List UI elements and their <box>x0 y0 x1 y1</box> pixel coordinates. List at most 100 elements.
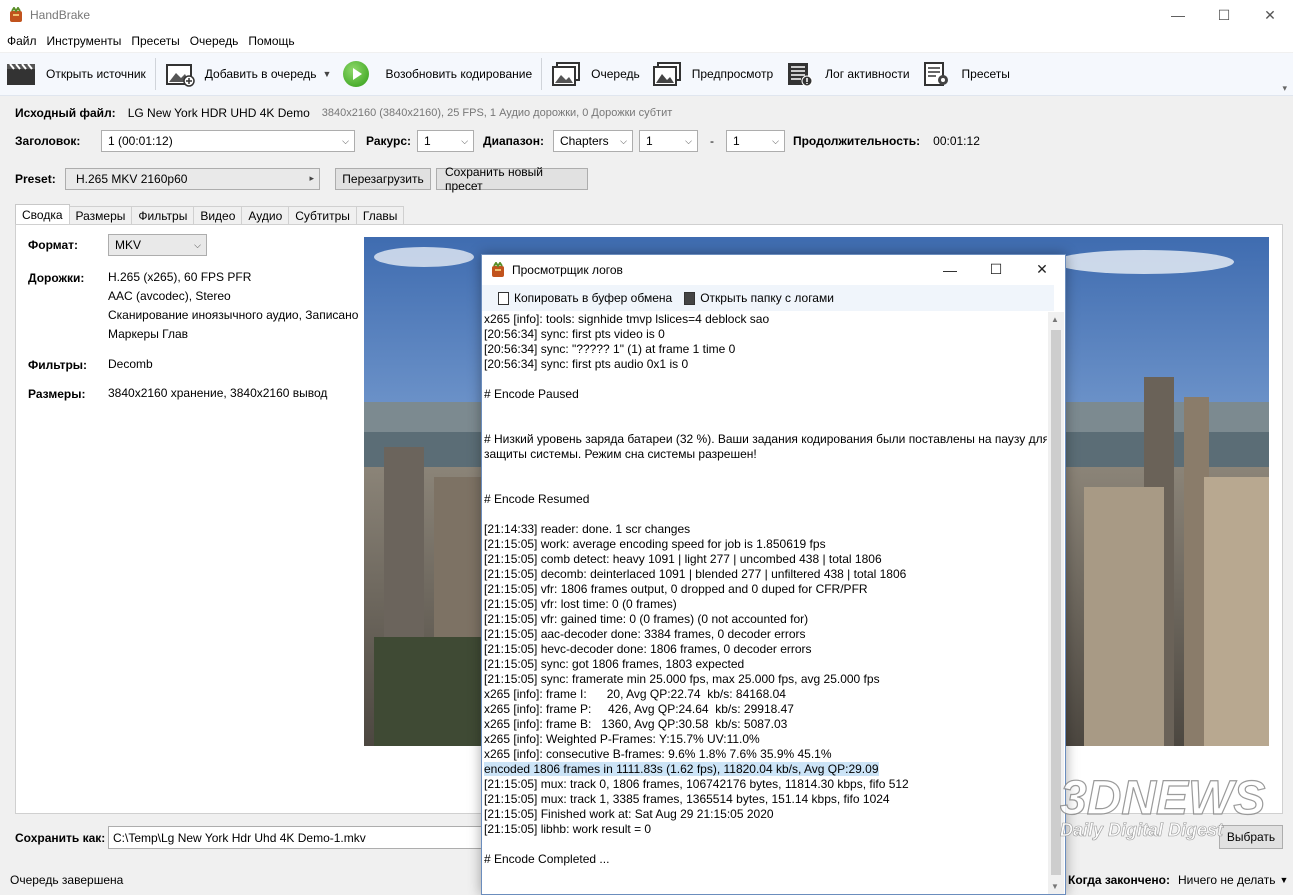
chevron-down-icon[interactable]: ▼ <box>1279 875 1288 885</box>
log-scrollbar[interactable]: ▲ ▼ <box>1048 312 1064 894</box>
chevron-down-icon: ⌵ <box>194 240 201 250</box>
scroll-up-icon[interactable]: ▲ <box>1051 315 1059 324</box>
angle-select[interactable]: 1 ⌵ <box>417 130 475 152</box>
scroll-down-icon[interactable]: ▼ <box>1051 882 1059 891</box>
format-label: Формат: <box>28 238 79 252</box>
log-window-titlebar: Просмотрщик логов — ☐ ✕ <box>482 255 1065 284</box>
tab-video[interactable]: Видео <box>193 206 243 225</box>
scrollbar-thumb[interactable] <box>1051 330 1061 875</box>
tab-subtitles[interactable]: Субтитры <box>288 206 357 225</box>
preset-label: Preset: <box>15 172 56 186</box>
log-text-area[interactable]: x265 [info]: tools: signhide tmvp lslice… <box>484 312 1047 892</box>
log-line: # Encode Completed ... <box>484 852 610 866</box>
range-to-select[interactable]: 1 ⌵ <box>725 130 785 152</box>
log-line: # Encode Resumed <box>484 492 590 506</box>
toolbar-overflow-icon[interactable]: ▾ <box>1282 83 1287 94</box>
menu-file[interactable]: Файл <box>2 34 42 48</box>
angle-label: Ракурс: <box>366 134 412 148</box>
log-line: # Низкий уровень заряда батареи (32 %). … <box>484 432 1047 446</box>
log-close-button[interactable]: ✕ <box>1019 255 1065 284</box>
angle-select-value: 1 <box>424 134 431 148</box>
close-button[interactable]: ✕ <box>1247 0 1293 30</box>
log-minimize-button[interactable]: — <box>927 255 973 284</box>
dropdown-arrow-icon[interactable]: ▼ <box>323 69 332 79</box>
source-info-row: Исходный файл: LG New York HDR UHD 4K De… <box>15 106 672 120</box>
format-select[interactable]: MKV ⌵ <box>108 234 207 256</box>
log-line: [21:15:05] decomb: deinterlaced 1091 | b… <box>484 567 907 581</box>
range-label: Диапазон: <box>483 134 544 148</box>
menu-queue[interactable]: Очередь <box>185 34 244 48</box>
resume-encode-button[interactable]: Возобновить кодирование <box>337 53 538 96</box>
copy-to-clipboard-button[interactable]: Копировать в буфер обмена <box>498 291 672 305</box>
preset-selector[interactable]: H.265 MKV 2160p60 ▸ <box>65 168 320 190</box>
save-as-row: Сохранить как: C:\Temp\Lg New York Hdr U… <box>15 826 488 849</box>
queue-button[interactable]: Очередь <box>545 53 646 96</box>
source-details: 3840x2160 (3840x2160), 25 FPS, 1 Аудио д… <box>321 107 673 119</box>
log-line: защиты системы. Режим сна системы разреш… <box>484 447 757 461</box>
menu-help[interactable]: Помощь <box>243 34 299 48</box>
presets-label: Пресеты <box>961 67 1010 81</box>
log-viewer-window: Просмотрщик логов — ☐ ✕ Копировать в буф… <box>481 254 1066 895</box>
menu-tools[interactable]: Инструменты <box>42 34 127 48</box>
reload-preset-button[interactable]: Перезагрузить <box>335 168 431 190</box>
preset-value: H.265 MKV 2160p60 <box>76 172 188 186</box>
track-video: H.265 (x265), 60 FPS PFR <box>108 270 252 284</box>
browse-button[interactable]: Выбрать <box>1219 825 1283 849</box>
log-line: [21:15:05] mux: track 0, 1806 frames, 10… <box>484 777 909 791</box>
log-line: x265 [info]: Weighted P-Frames: Y:15.7% … <box>484 732 760 746</box>
toolbar-separator <box>541 58 543 90</box>
tab-dimensions[interactable]: Размеры <box>68 206 133 225</box>
destination-path-input[interactable]: C:\Temp\Lg New York Hdr Uhd 4K Demo-1.mk… <box>108 826 488 849</box>
menu-presets[interactable]: Пресеты <box>126 34 184 48</box>
chevron-right-icon: ▸ <box>309 173 314 183</box>
title-select-value: 1 (00:01:12) <box>108 134 173 148</box>
tab-chapters[interactable]: Главы <box>355 206 405 225</box>
log-line: [20:56:34] sync: first pts video is 0 <box>484 327 665 341</box>
log-line: x265 [info]: tools: signhide tmvp lslice… <box>484 312 770 326</box>
when-done-group: Когда закончено: Ничего не делать ▼ <box>1068 873 1288 887</box>
log-line: [21:15:05] libhb: work result = 0 <box>484 822 652 836</box>
minimize-button[interactable]: — <box>1155 0 1201 30</box>
activity-log-button[interactable]: Лог активности <box>779 53 915 96</box>
preview-button[interactable]: Предпросмотр <box>646 53 779 96</box>
handbrake-app-icon <box>492 261 504 277</box>
window-titlebar: HandBrake — ☐ ✕ <box>0 0 1293 30</box>
handbrake-app-icon <box>10 7 22 22</box>
log-line: [21:15:05] hevc-decoder done: 1806 frame… <box>484 642 812 656</box>
range-from-select[interactable]: 1 ⌵ <box>638 130 698 152</box>
log-line: [21:15:05] comb detect: heavy 1091 | lig… <box>484 552 882 566</box>
log-line: x265 [info]: consecutive B-frames: 9.6% … <box>484 747 832 761</box>
log-line: [21:15:05] vfr: 1806 frames output, 0 dr… <box>484 582 868 596</box>
log-line: [21:15:05] vfr: gained time: 0 (0 frames… <box>484 612 809 626</box>
log-maximize-button[interactable]: ☐ <box>973 255 1019 284</box>
when-done-select[interactable]: Ничего не делать <box>1178 873 1276 887</box>
log-line: x265 [info]: frame I: 20, Avg QP:22.74 k… <box>484 687 786 701</box>
add-image-icon <box>165 64 195 87</box>
activity-log-label: Лог активности <box>825 67 910 81</box>
open-log-folder-button[interactable]: Открыть папку с логами <box>684 291 834 305</box>
log-line: [21:15:05] Finished work at: Sat Aug 29 … <box>484 807 774 821</box>
track-foreign-scan: Сканирование иноязычного аудио, Записано <box>108 308 359 322</box>
maximize-button[interactable]: ☐ <box>1201 0 1247 30</box>
presets-button[interactable]: Пресеты <box>916 53 1016 96</box>
menu-bar: Файл Инструменты Пресеты Очередь Помощь <box>0 30 1293 52</box>
log-line: # Encode Paused <box>484 387 579 401</box>
tab-audio[interactable]: Аудио <box>241 206 290 225</box>
log-line: x265 [info]: frame B: 1360, Avg QP:30.58… <box>484 717 788 731</box>
add-queue-button[interactable]: Добавить в очередь ▼ <box>159 53 338 96</box>
range-type-select[interactable]: Chapters ⌵ <box>552 130 633 152</box>
chevron-down-icon: ⌵ <box>342 136 349 146</box>
save-new-preset-button[interactable]: Сохранить новый пресет <box>436 165 588 193</box>
log-line: [21:15:05] sync: got 1806 frames, 1803 e… <box>484 657 745 671</box>
main-toolbar: Открыть источник Добавить в очередь ▼ Во… <box>0 53 1293 96</box>
tab-summary[interactable]: Сводка <box>15 204 70 225</box>
folder-book-icon <box>684 291 696 305</box>
open-source-button[interactable]: Открыть источник <box>0 53 152 96</box>
title-select[interactable]: 1 (00:01:12) ⌵ <box>101 130 355 152</box>
title-range-row: Заголовок: 1 (00:01:12) ⌵ Ракурс: 1 ⌵ Ди… <box>15 129 980 153</box>
tab-filters[interactable]: Фильтры <box>131 206 195 225</box>
add-queue-label: Добавить в очередь <box>204 67 317 81</box>
play-icon <box>343 61 370 87</box>
